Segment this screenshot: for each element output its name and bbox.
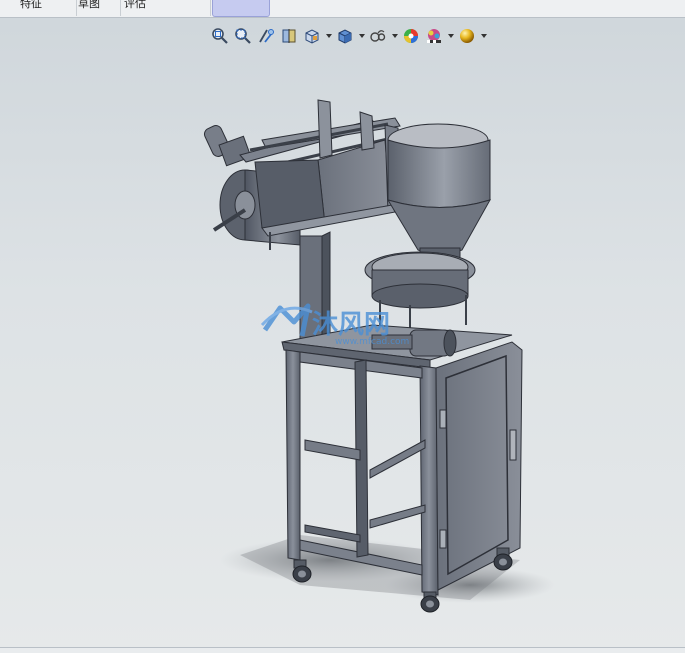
tab-evaluate[interactable]: 评估: [118, 0, 211, 16]
caster-front-right: [420, 591, 440, 613]
heads-up-view-toolbar: [210, 26, 487, 46]
edit-appearance-button[interactable]: [401, 26, 421, 46]
solidworks-window: 特征 草图 评估 沐风网 www.mfcad.com: [0, 0, 685, 653]
view-settings-button[interactable]: [457, 26, 477, 46]
film-forming-assembly: [203, 99, 401, 341]
previous-view-icon: [259, 29, 274, 43]
view-orientation-icon: [305, 29, 319, 44]
edit-appearance-icon: [404, 29, 418, 43]
hide-show-items-dropdown[interactable]: [391, 26, 398, 46]
section-view-button[interactable]: [279, 26, 299, 46]
view-settings-dropdown[interactable]: [480, 26, 487, 46]
view-settings-icon: [460, 29, 474, 43]
watermark-url: www.mfcad.com: [335, 337, 409, 347]
watermark: 沐风网 www.mfcad.com: [260, 303, 409, 347]
tab-label: 特征: [20, 0, 42, 10]
watermark-brand: 沐风网: [312, 310, 390, 340]
watermark-logo: [260, 303, 313, 337]
previous-view-button[interactable]: [256, 26, 276, 46]
display-style-dropdown[interactable]: [358, 26, 365, 46]
chevron-down-icon: [447, 34, 454, 38]
caster-back-right: [493, 547, 513, 571]
zoom-to-area-icon: [235, 28, 251, 44]
chevron-down-icon: [480, 34, 487, 38]
zoom-to-fit-button[interactable]: [210, 26, 230, 46]
tab-active[interactable]: [212, 0, 270, 17]
zoom-to-area-button[interactable]: [233, 26, 253, 46]
tab-features[interactable]: 特征: [14, 0, 77, 16]
view-orientation-dropdown[interactable]: [325, 26, 332, 46]
tab-label: 评估: [124, 0, 146, 10]
command-manager-tabs: 特征 草图 评估: [0, 0, 685, 18]
display-style-button[interactable]: [335, 26, 355, 46]
hide-show-items-button[interactable]: [368, 26, 388, 46]
apply-scene-dropdown[interactable]: [447, 26, 454, 46]
hide-show-items-icon: [370, 30, 386, 42]
view-orientation-button[interactable]: [302, 26, 322, 46]
section-view-icon: [282, 29, 296, 43]
chevron-down-icon: [391, 34, 398, 38]
display-style-icon: [338, 29, 352, 44]
chevron-down-icon: [325, 34, 332, 38]
zoom-to-fit-icon: [212, 28, 228, 44]
tab-sketch[interactable]: 草图: [72, 0, 121, 16]
apply-scene-button[interactable]: [424, 26, 444, 46]
status-edge: [0, 647, 685, 653]
tab-label: 草图: [78, 0, 100, 10]
graphics-area[interactable]: 沐风网 www.mfcad.com: [0, 48, 685, 648]
apply-scene-icon: [427, 29, 441, 43]
chevron-down-icon: [358, 34, 365, 38]
